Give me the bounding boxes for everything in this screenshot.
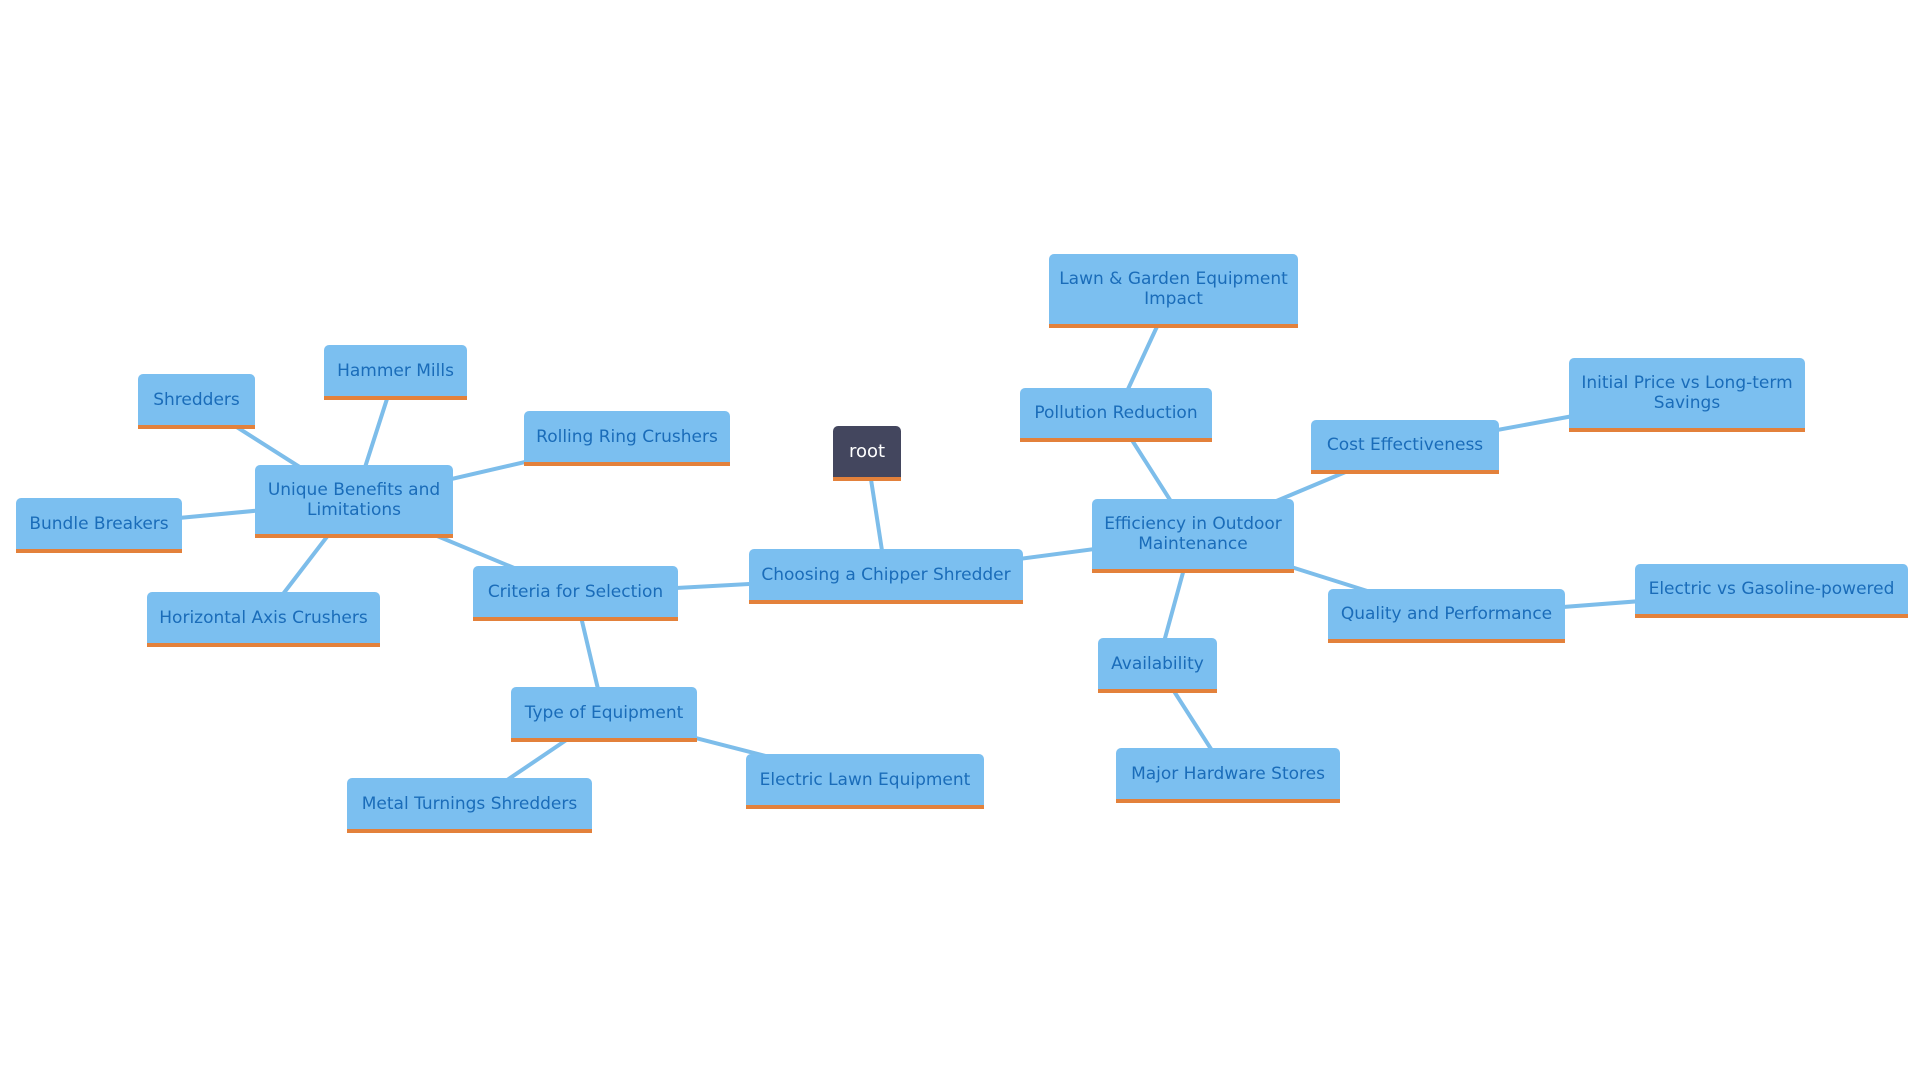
node-lawn-garden-equipment-impact[interactable]: Lawn & Garden Equipment Impact bbox=[1049, 254, 1298, 328]
node-unique-benefits-and-limitations[interactable]: Unique Benefits and Limitations bbox=[255, 465, 453, 538]
node-root[interactable]: root bbox=[833, 426, 901, 481]
node-choosing-a-chipper-shredder[interactable]: Choosing a Chipper Shredder bbox=[749, 549, 1023, 604]
node-rolling-ring-crushers[interactable]: Rolling Ring Crushers bbox=[524, 411, 730, 466]
node-criteria-for-selection[interactable]: Criteria for Selection bbox=[473, 566, 678, 621]
node-efficiency-in-outdoor-maintenance[interactable]: Efficiency in Outdoor Maintenance bbox=[1092, 499, 1294, 573]
node-electric-lawn-equipment[interactable]: Electric Lawn Equipment bbox=[746, 754, 984, 809]
node-bundle-breakers[interactable]: Bundle Breakers bbox=[16, 498, 182, 553]
node-hammer-mills[interactable]: Hammer Mills bbox=[324, 345, 467, 400]
node-quality-and-performance[interactable]: Quality and Performance bbox=[1328, 589, 1565, 643]
node-electric-vs-gasoline-powered[interactable]: Electric vs Gasoline-powered bbox=[1635, 564, 1908, 618]
node-availability[interactable]: Availability bbox=[1098, 638, 1217, 693]
node-initial-price-vs-long-term-savings[interactable]: Initial Price vs Long-term Savings bbox=[1569, 358, 1805, 432]
node-cost-effectiveness[interactable]: Cost Effectiveness bbox=[1311, 420, 1499, 474]
edges-layer bbox=[97, 289, 1774, 808]
node-shredders[interactable]: Shredders bbox=[138, 374, 255, 429]
node-horizontal-axis-crushers[interactable]: Horizontal Axis Crushers bbox=[147, 592, 380, 647]
node-type-of-equipment[interactable]: Type of Equipment bbox=[511, 687, 697, 742]
node-metal-turnings-shredders[interactable]: Metal Turnings Shredders bbox=[347, 778, 592, 833]
node-pollution-reduction[interactable]: Pollution Reduction bbox=[1020, 388, 1212, 442]
node-major-hardware-stores[interactable]: Major Hardware Stores bbox=[1116, 748, 1340, 803]
